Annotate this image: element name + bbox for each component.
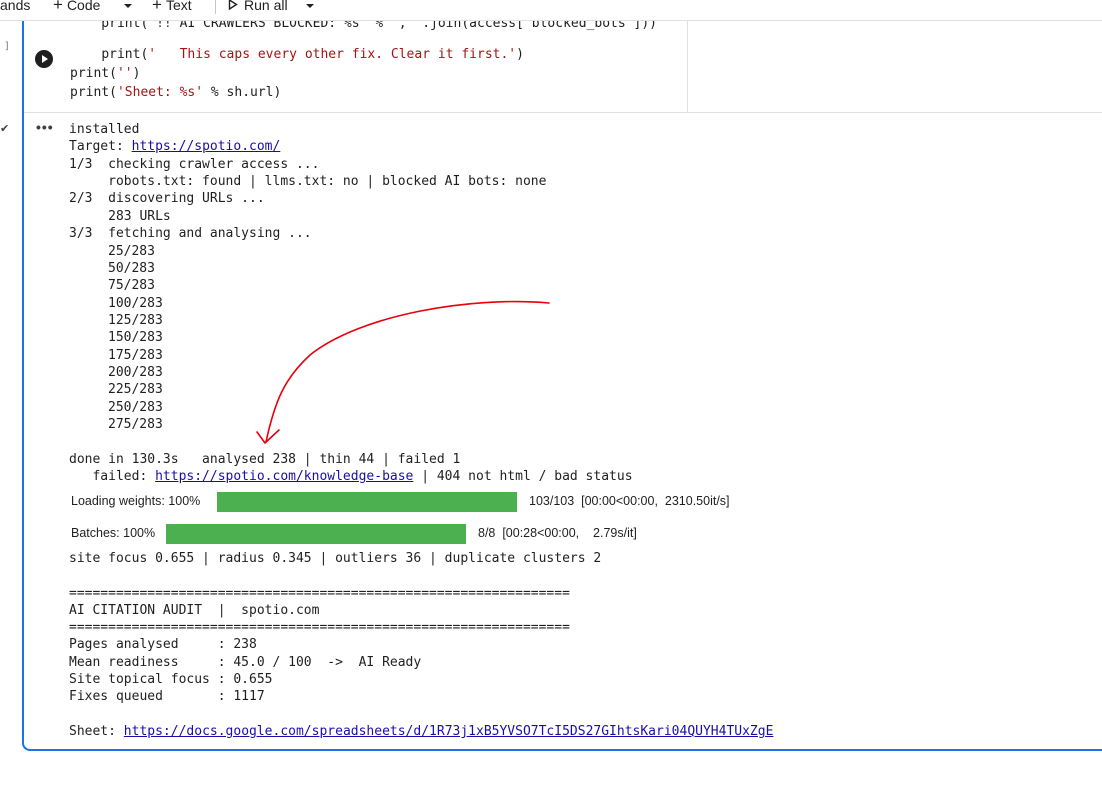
annotation-arrow-icon [256, 300, 550, 444]
